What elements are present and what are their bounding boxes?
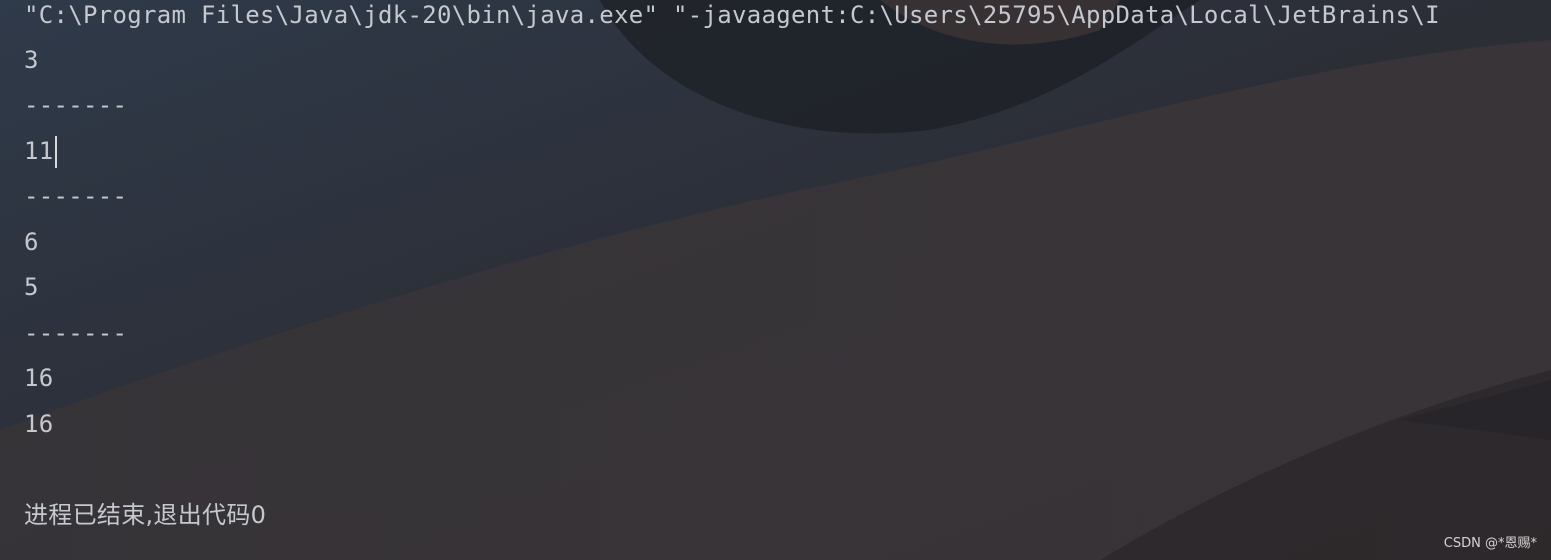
output-line: 16 bbox=[24, 364, 54, 392]
output-line: 11 bbox=[24, 137, 54, 165]
output-line-with-cursor: 11 bbox=[24, 136, 57, 168]
output-line: 16 bbox=[24, 410, 54, 438]
text-caret bbox=[54, 136, 57, 168]
exit-message: 进程已结束,退出代码0 bbox=[24, 501, 267, 529]
output-line: 5 bbox=[24, 273, 39, 301]
output-separator: ------- bbox=[24, 319, 128, 347]
output-line: 6 bbox=[24, 228, 39, 256]
command-line: "C:\Program Files\Java\jdk-20\bin\java.e… bbox=[24, 1, 1440, 29]
csdn-watermark: CSDN @*恩赐* bbox=[1443, 536, 1537, 551]
run-console[interactable]: "C:\Program Files\Java\jdk-20\bin\java.e… bbox=[0, 0, 1551, 560]
output-separator: ------- bbox=[24, 182, 128, 210]
output-line: 3 bbox=[24, 46, 39, 74]
output-separator: ------- bbox=[24, 91, 128, 119]
